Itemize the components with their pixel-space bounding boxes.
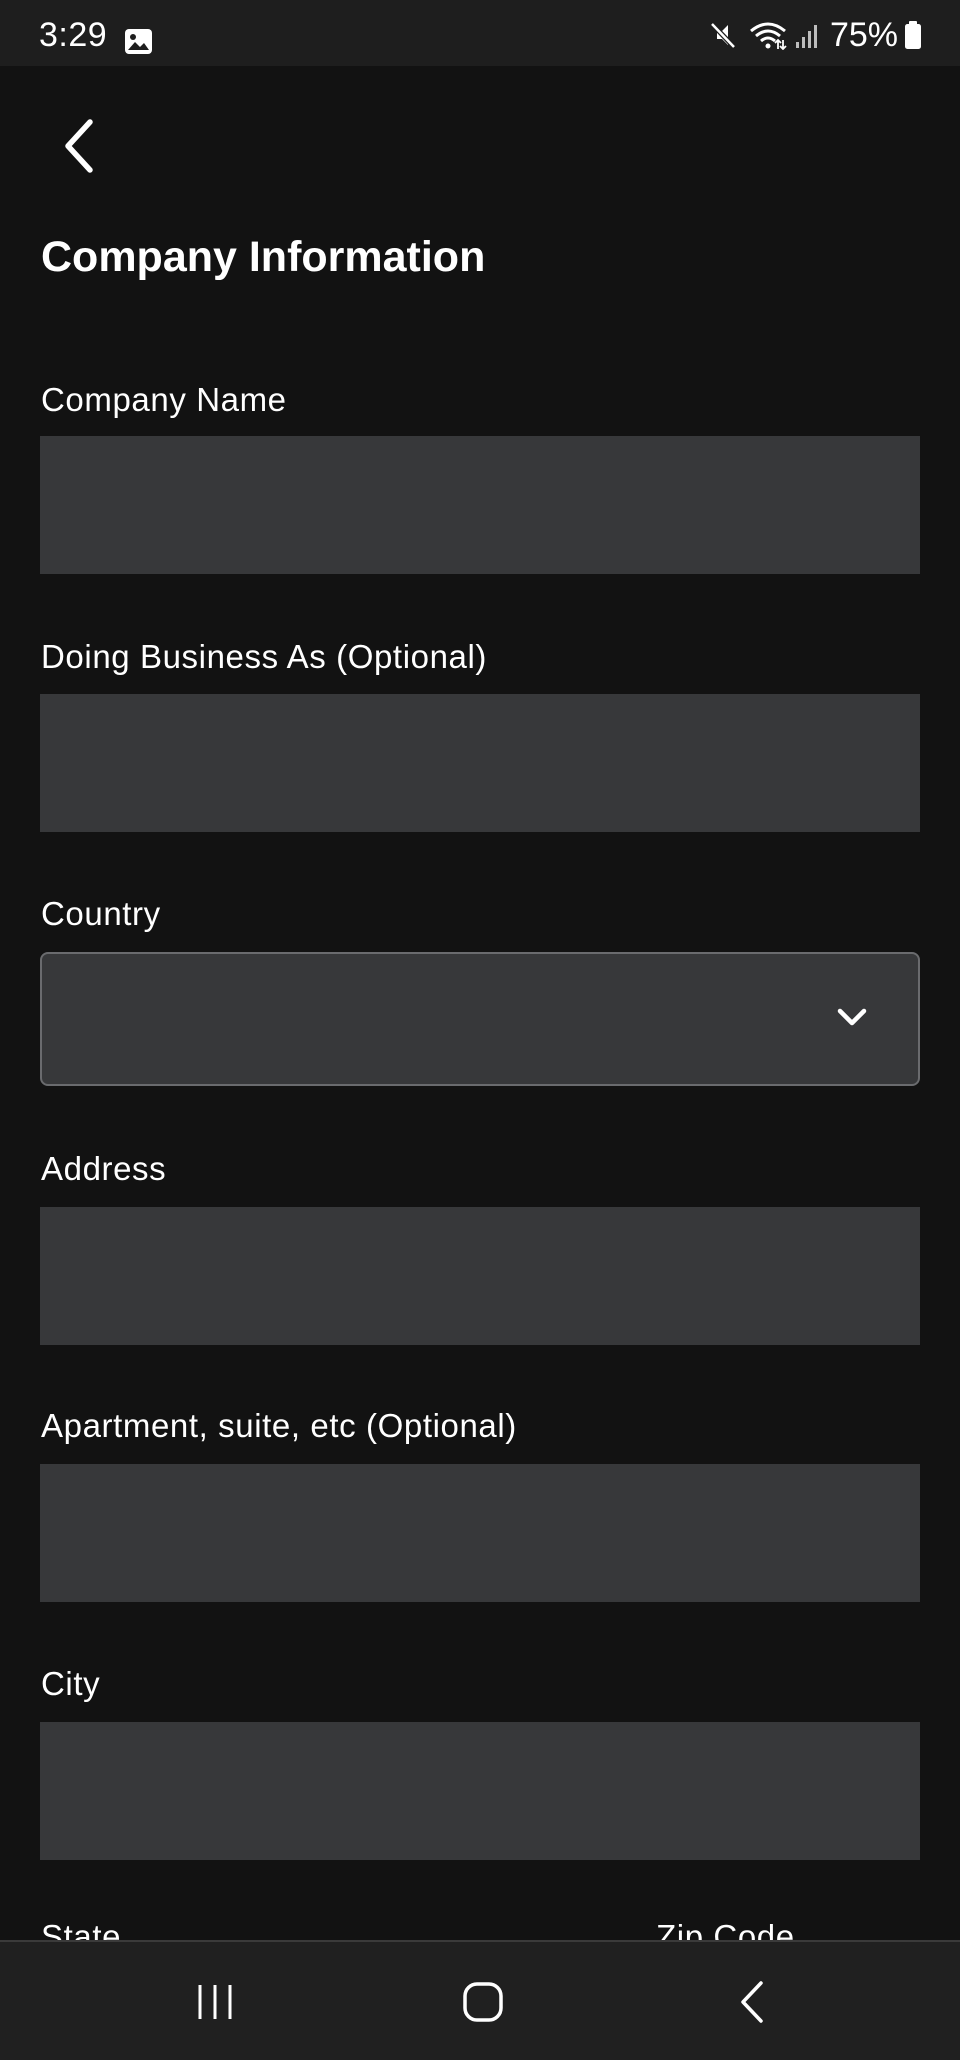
dba-input[interactable] [40,694,920,832]
signal-icon [795,25,817,48]
recent-apps-button[interactable] [175,1972,255,2032]
chevron-down-icon [837,1008,867,1026]
system-navigation-bar [0,1940,960,2060]
apartment-input[interactable] [40,1464,920,1602]
wifi-icon [749,22,787,50]
city-label: City [41,1665,101,1702]
back-button[interactable] [44,110,116,182]
address-label: Address [41,1150,167,1187]
address-input[interactable] [40,1207,920,1345]
battery-icon [905,21,921,49]
gallery-icon [125,29,152,54]
status-bar: 3:29 75% [0,0,960,66]
back-icon [741,1981,763,2023]
chevron-left-icon [65,119,93,173]
nav-back-button[interactable] [712,1972,792,2032]
mute-icon [710,22,736,49]
city-input[interactable] [40,1722,920,1860]
recent-apps-icon [198,1985,232,2019]
status-icons: 75% [708,18,922,52]
country-label: Country [41,895,161,932]
country-select[interactable] [40,952,920,1086]
company-name-label: Company Name [41,381,287,418]
apartment-label: Apartment, suite, etc (Optional) [41,1407,517,1444]
page-title: Company Information [41,233,486,281]
dba-label: Doing Business As (Optional) [41,638,488,675]
battery-percent: 75% [829,16,898,54]
home-button[interactable] [443,1972,523,2032]
status-time: 3:29 [39,16,108,54]
home-icon [463,1982,503,2022]
company-name-input[interactable] [40,436,920,574]
